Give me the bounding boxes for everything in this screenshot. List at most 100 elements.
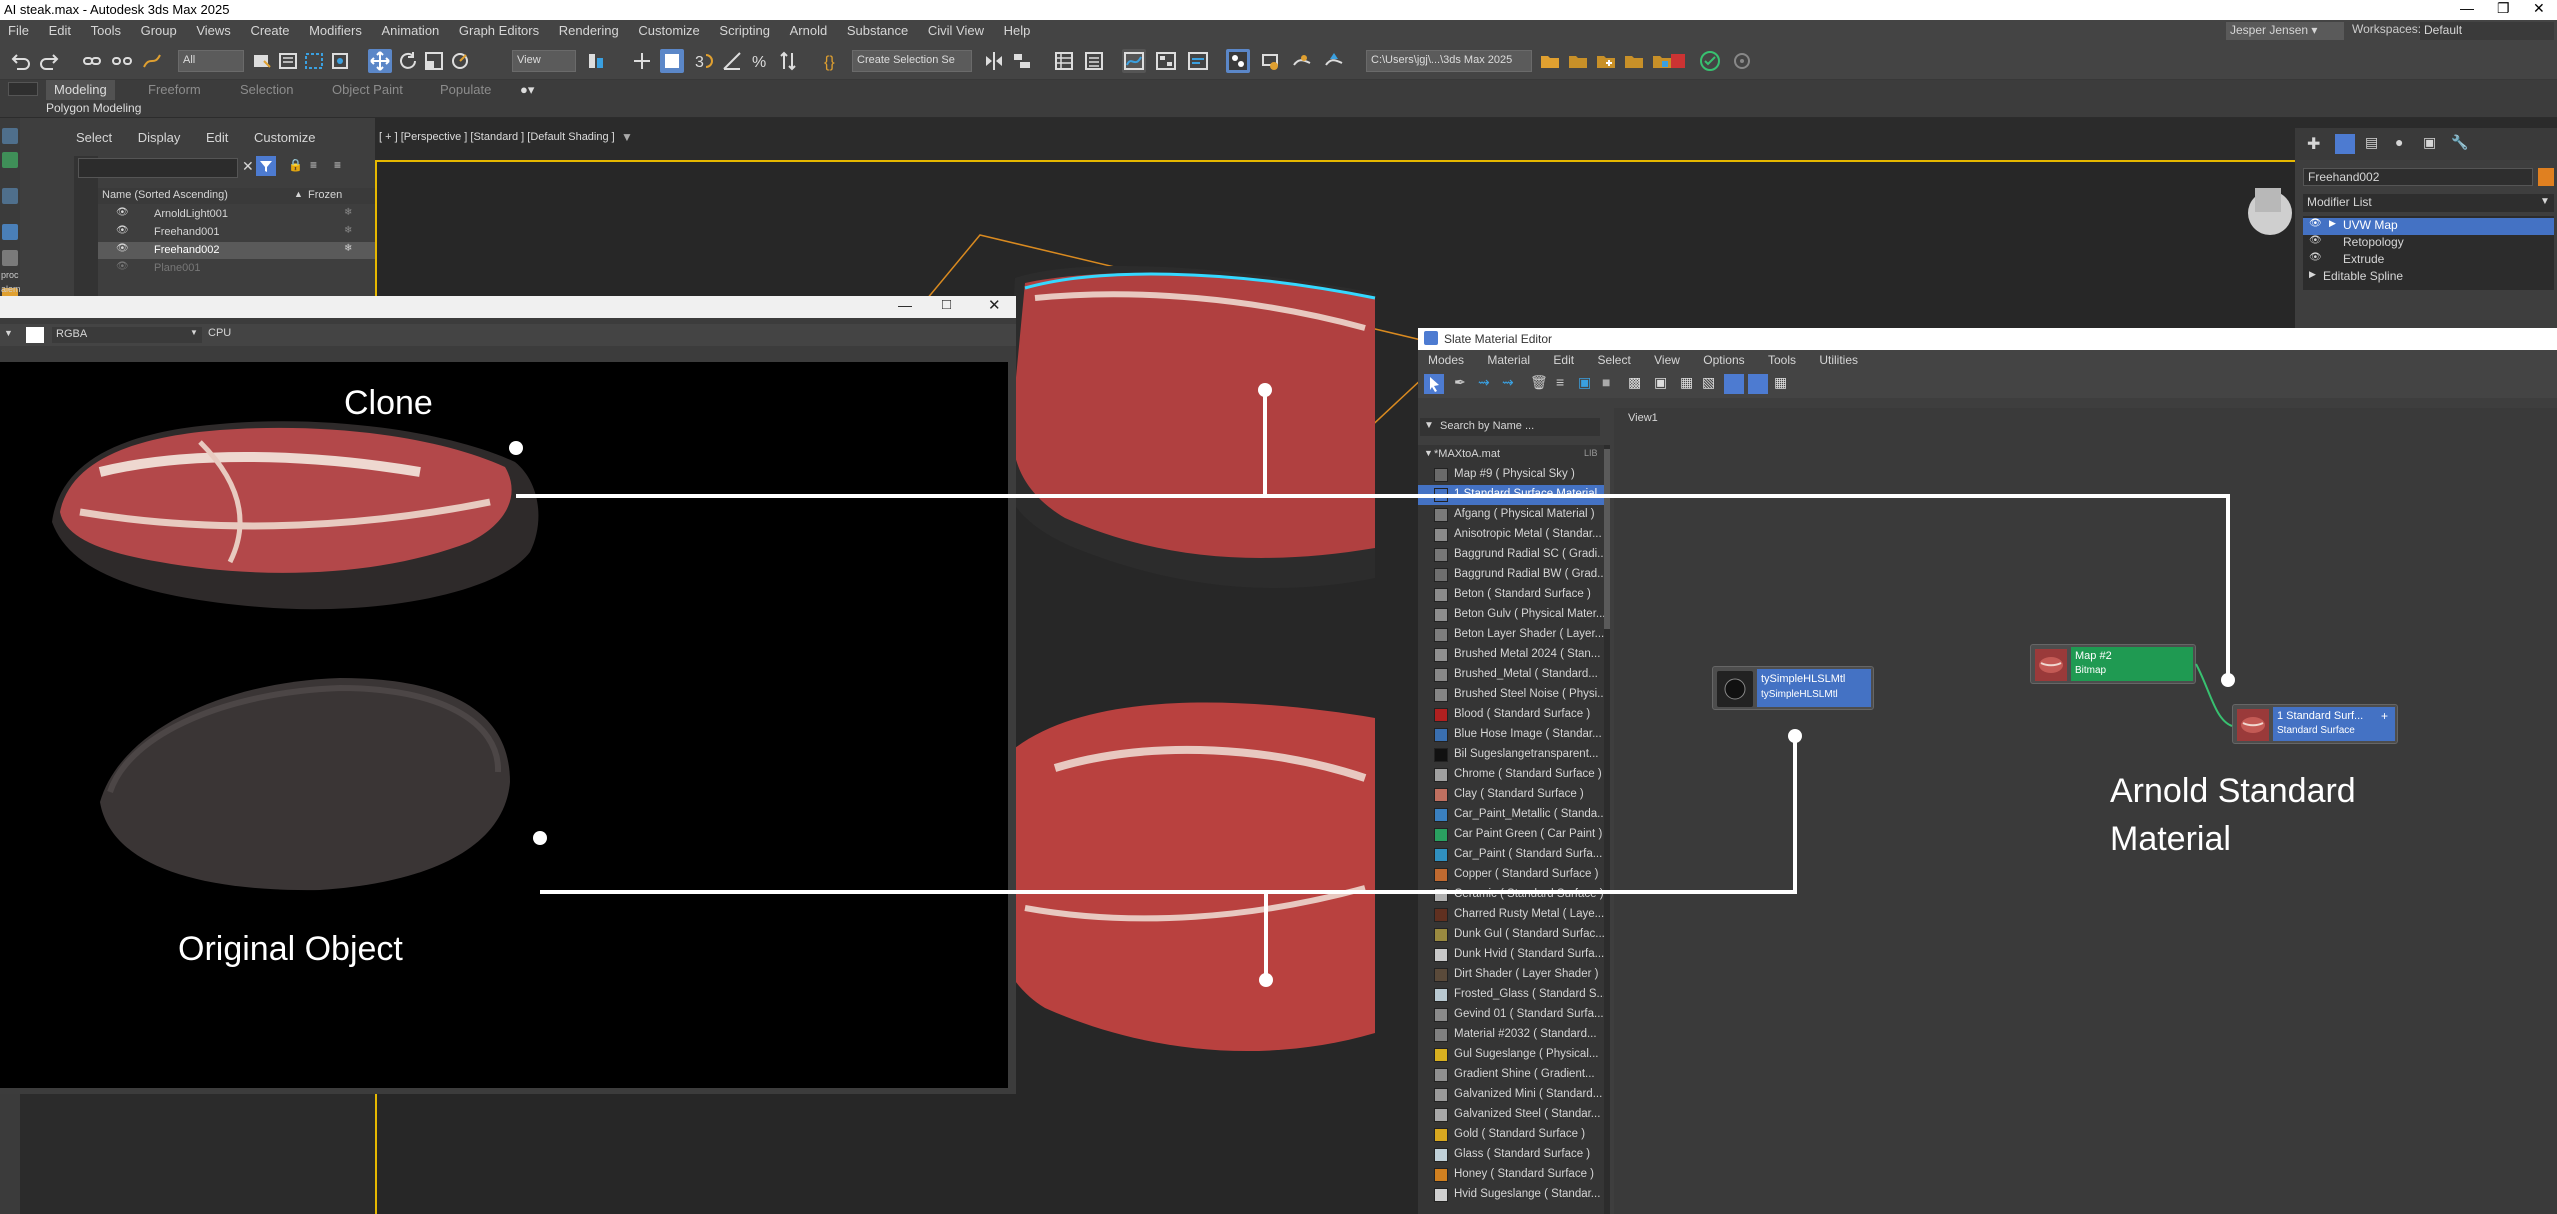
menu-rendering[interactable]: Rendering — [551, 20, 627, 42]
scene-menu-edit[interactable]: Edit — [206, 130, 228, 145]
material-list-item[interactable]: Afgang ( Physical Material ) — [1418, 505, 1604, 525]
put-material-icon[interactable]: ⇝ — [1478, 374, 1490, 391]
material-list-item[interactable]: Dunk Gul ( Standard Surfac... — [1418, 925, 1604, 945]
menu-substance[interactable]: Substance — [839, 20, 916, 42]
visibility-icon[interactable]: 👁 — [116, 207, 129, 218]
named-selection-set-dropdown[interactable]: Create Selection Se — [852, 50, 972, 72]
selection-filter-dropdown[interactable]: All — [178, 50, 244, 72]
schematic-view-icon[interactable] — [1154, 49, 1178, 73]
close-icon[interactable]: ✕ — [988, 296, 1001, 314]
explorer-layer-icon[interactable] — [2, 224, 18, 240]
pivot-point-icon[interactable] — [584, 49, 608, 73]
scene-row[interactable]: 👁 Freehand001 ❄ — [98, 224, 388, 241]
ribbon-toggle[interactable] — [8, 82, 38, 96]
menu-graph-editors[interactable]: Graph Editors — [451, 20, 547, 42]
undo-icon[interactable] — [8, 49, 32, 73]
restore-icon[interactable]: ❐ — [2497, 0, 2510, 17]
create-tab-icon[interactable]: ✚ — [2307, 134, 2320, 154]
scene-search-input[interactable] — [78, 158, 238, 178]
chevron-down-icon[interactable]: ▼ — [2540, 196, 2550, 207]
material-list-item[interactable]: Gul Sugeslange ( Physical... — [1418, 1045, 1604, 1065]
menu-help[interactable]: Help — [996, 20, 1039, 42]
scene-row-selected[interactable]: 👁 Freehand002 ❄ — [98, 242, 388, 259]
scene-row[interactable]: 👁 Plane001 — [98, 260, 388, 277]
edit-named-selection-icon[interactable]: {} — [820, 49, 844, 73]
link-icon[interactable] — [80, 49, 104, 73]
modifier-extrude[interactable]: 👁 Extrude — [2303, 252, 2554, 269]
spinner-snap-icon[interactable] — [776, 49, 800, 73]
hierarchy-icon[interactable]: ≡ — [310, 158, 317, 172]
object-color-swatch[interactable] — [2538, 168, 2554, 186]
material-list-item[interactable]: Beton Gulv ( Physical Mater... — [1418, 605, 1604, 625]
ribbon-tab-modeling[interactable]: Modeling — [46, 80, 115, 100]
visibility-icon[interactable]: 👁 — [116, 261, 129, 272]
slate-menu-view[interactable]: View — [1644, 350, 1690, 367]
hide-unused-icon[interactable]: ▣ — [1578, 374, 1591, 391]
rendered-frame-window-icon[interactable] — [1290, 49, 1314, 73]
material-list-item[interactable]: Material #2032 ( Standard... — [1418, 1025, 1604, 1045]
material-list-scrollbar[interactable] — [1604, 445, 1610, 1214]
scene-explorer-toggle-icon[interactable] — [1052, 49, 1076, 73]
material-list-item[interactable]: Car_Paint_Metallic ( Standa... — [1418, 805, 1604, 825]
snaps-toggle-icon[interactable]: 3 — [692, 49, 716, 73]
open-project-icon[interactable] — [1538, 49, 1562, 73]
layout-all-icon[interactable]: ▦ — [1680, 374, 1693, 391]
chevron-down-icon[interactable]: ▼ — [1424, 420, 1434, 431]
bitmap-node[interactable]: Map #2 Bitmap — [2030, 644, 2196, 684]
material-list-item[interactable]: Gold ( Standard Surface ) — [1418, 1125, 1604, 1145]
delete-icon[interactable]: 🗑 — [1530, 374, 1548, 391]
material-list-item[interactable]: Gradient Shine ( Gradient... — [1418, 1065, 1604, 1085]
check-icon[interactable] — [1698, 49, 1722, 73]
slate-menu-modes[interactable]: Modes — [1418, 350, 1474, 367]
select-and-rotate-icon[interactable] — [396, 49, 420, 73]
menu-arnold[interactable]: Arnold — [782, 20, 836, 42]
explorer-select-icon[interactable] — [2, 128, 18, 144]
hlsl-material-node[interactable]: tySimpleHLSLMtl tySimpleHLSLMtl — [1712, 666, 1874, 710]
material-list-item[interactable]: Brushed_Metal ( Standard... — [1418, 665, 1604, 685]
menu-customize[interactable]: Customize — [630, 20, 707, 42]
ribbon-tab-populate[interactable]: Populate — [440, 82, 491, 97]
maxtoa-icon[interactable] — [1730, 49, 1754, 73]
column-frozen-header[interactable]: Frozen — [308, 189, 342, 201]
menu-create[interactable]: Create — [242, 20, 297, 42]
scene-menu-customize[interactable]: Customize — [254, 130, 315, 145]
chevron-down-icon[interactable]: ▼ — [190, 328, 198, 337]
motion-tab-icon[interactable]: ● — [2395, 134, 2403, 150]
material-list-item[interactable]: Blue Hose Image ( Standar... — [1418, 725, 1604, 745]
menu-modifiers[interactable]: Modifiers — [301, 20, 370, 42]
display-tab-icon[interactable]: ▣ — [2423, 134, 2436, 151]
material-list-item[interactable]: Map #9 ( Physical Sky ) — [1418, 465, 1604, 485]
material-list-item[interactable]: Frosted_Glass ( Standard S... — [1418, 985, 1604, 1005]
user-account-dropdown[interactable]: Jesper Jensen ▾ — [2226, 22, 2344, 40]
expand-icon[interactable]: ▶ — [2329, 218, 2336, 229]
scene-row[interactable]: 👁 ArnoldLight001 ❄ — [98, 206, 388, 223]
select-tool-icon[interactable] — [1424, 374, 1444, 394]
redo-icon[interactable] — [38, 49, 62, 73]
window-crossing-icon[interactable] — [328, 49, 352, 73]
utilities-tab-icon[interactable]: 🔧 — [2451, 134, 2468, 151]
material-list-item[interactable]: Baggrund Radial BW ( Grad... — [1418, 565, 1604, 585]
standard-surface-node[interactable]: 1 Standard Surf... Standard Surface + — [2232, 704, 2398, 744]
channel-dropdown[interactable]: RGBA — [52, 327, 202, 343]
ribbon-options-icon[interactable]: ●▾ — [520, 82, 534, 98]
material-list-item[interactable]: Charred Rusty Metal ( Laye... — [1418, 905, 1604, 925]
mirror-icon[interactable] — [982, 49, 1006, 73]
parameter-editor-icon[interactable] — [1748, 374, 1768, 394]
material-list-item[interactable]: Car Paint Green ( Car Paint ) — [1418, 825, 1604, 845]
material-list-item[interactable]: Dirt Shader ( Layer Shader ) — [1418, 965, 1604, 985]
select-manipulate-icon[interactable] — [630, 49, 654, 73]
folder-icon[interactable] — [1566, 49, 1590, 73]
rectangular-selection-icon[interactable] — [302, 49, 326, 73]
percent-snap-icon[interactable]: % — [748, 49, 772, 73]
frozen-icon[interactable]: ❄ — [344, 207, 352, 218]
sort-ascending-icon[interactable]: ▲ — [294, 189, 303, 199]
pick-material-icon[interactable]: ✒ — [1454, 374, 1466, 391]
align-icon[interactable] — [1010, 49, 1034, 73]
slate-menu-utilities[interactable]: Utilities — [1809, 350, 1868, 367]
column-name-header[interactable]: Name (Sorted Ascending) — [102, 189, 228, 201]
object-name-field[interactable]: Freehand002 — [2303, 168, 2533, 186]
material-list-item[interactable]: Brushed Steel Noise ( Physi... — [1418, 685, 1604, 705]
node-view[interactable]: View1 — [1614, 408, 2557, 1214]
material-list-item[interactable]: Beton ( Standard Surface ) — [1418, 585, 1604, 605]
reference-coordinate-dropdown[interactable]: View — [512, 50, 576, 72]
